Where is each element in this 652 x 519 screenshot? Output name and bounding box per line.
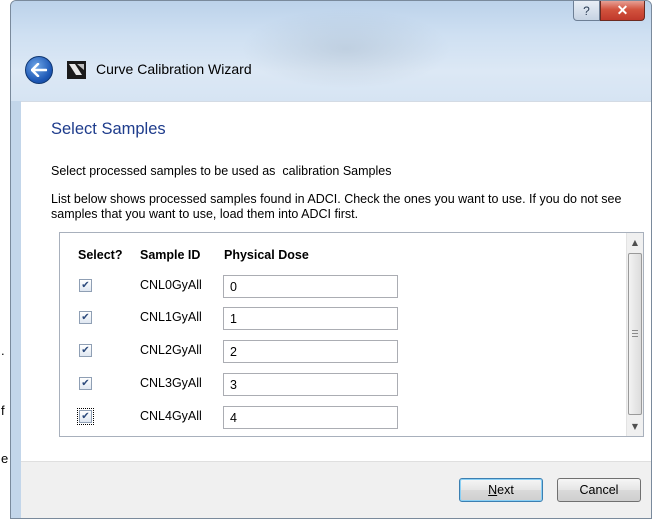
close-button[interactable]: ✕ — [600, 1, 645, 21]
table-row: ✔ CNL2GyAll 2 — [60, 340, 620, 364]
back-arrow-icon — [31, 63, 47, 77]
aero-glass-blur — [241, 9, 451, 89]
sample-id: CNL1GyAll — [140, 310, 202, 324]
cancel-button[interactable]: Cancel — [557, 478, 641, 502]
checkmark-icon: ✔ — [81, 344, 90, 356]
sample-id: CNL2GyAll — [140, 343, 202, 357]
scroll-up-icon[interactable]: ▲ — [627, 234, 643, 251]
description-text: Select processed samples to be used as c… — [51, 164, 392, 178]
column-header-physical-dose: Physical Dose — [224, 248, 309, 262]
next-button-label: Next — [488, 483, 514, 497]
select-checkbox[interactable]: ✔ — [79, 279, 92, 292]
physical-dose-input[interactable]: 3 — [223, 373, 398, 396]
scroll-down-icon[interactable]: ▼ — [627, 418, 643, 435]
select-checkbox[interactable]: ✔ — [77, 408, 94, 425]
wizard-app-icon — [67, 61, 86, 79]
samples-table: Select? Sample ID Physical Dose ✔ CNL0Gy… — [59, 232, 644, 437]
button-bar: Next Cancel — [21, 461, 651, 518]
wizard-page: Select Samples Select processed samples … — [21, 101, 651, 461]
cancel-button-label: Cancel — [579, 483, 619, 497]
wizard-window: ? ✕ Curve Calibration Wizard Select Samp… — [10, 0, 652, 519]
physical-dose-input[interactable]: 0 — [223, 275, 398, 298]
page-heading: Select Samples — [51, 120, 166, 138]
select-checkbox[interactable]: ✔ — [79, 311, 92, 324]
help-button[interactable]: ? — [573, 1, 600, 21]
physical-dose-input[interactable]: 2 — [223, 340, 398, 363]
vertical-scrollbar[interactable]: ▲ ▼ — [626, 233, 643, 436]
instructions-text: List below shows processed samples found… — [51, 192, 622, 221]
table-row: ✔ CNL4GyAll 4 — [60, 406, 620, 430]
caption-buttons: ? ✕ — [573, 1, 645, 21]
select-checkbox[interactable]: ✔ — [79, 344, 92, 357]
physical-dose-input[interactable]: 1 — [223, 307, 398, 330]
sample-id: CNL0GyAll — [140, 278, 202, 292]
checkmark-icon: ✔ — [81, 279, 90, 291]
physical-dose-input[interactable]: 4 — [223, 406, 398, 429]
table-row: ✔ CNL0GyAll 0 — [60, 275, 620, 299]
sample-id: CNL3GyAll — [140, 376, 202, 390]
scroll-thumb[interactable] — [628, 253, 642, 415]
title-bar[interactable]: ? ✕ Curve Calibration Wizard — [11, 1, 651, 101]
table-row: ✔ CNL3GyAll 3 — [60, 373, 620, 397]
checkmark-icon: ✔ — [81, 377, 90, 389]
sample-id: CNL4GyAll — [140, 409, 202, 423]
background-text-fragment: . — [1, 343, 5, 358]
next-button[interactable]: Next — [459, 478, 543, 502]
background-text-fragment: f — [1, 403, 5, 418]
grip-icon — [632, 330, 638, 337]
checkmark-icon: ✔ — [81, 410, 90, 422]
background-text-fragment: e — [1, 451, 9, 466]
back-button[interactable] — [25, 56, 53, 84]
background-window-edge: . f e — [0, 0, 10, 519]
table-row: ✔ CNL1GyAll 1 — [60, 307, 620, 331]
column-header-sample-id: Sample ID — [140, 248, 201, 262]
window-title: Curve Calibration Wizard — [96, 61, 252, 77]
checkmark-icon: ✔ — [81, 311, 90, 323]
select-checkbox[interactable]: ✔ — [79, 377, 92, 390]
column-header-select: Select? — [78, 248, 123, 262]
